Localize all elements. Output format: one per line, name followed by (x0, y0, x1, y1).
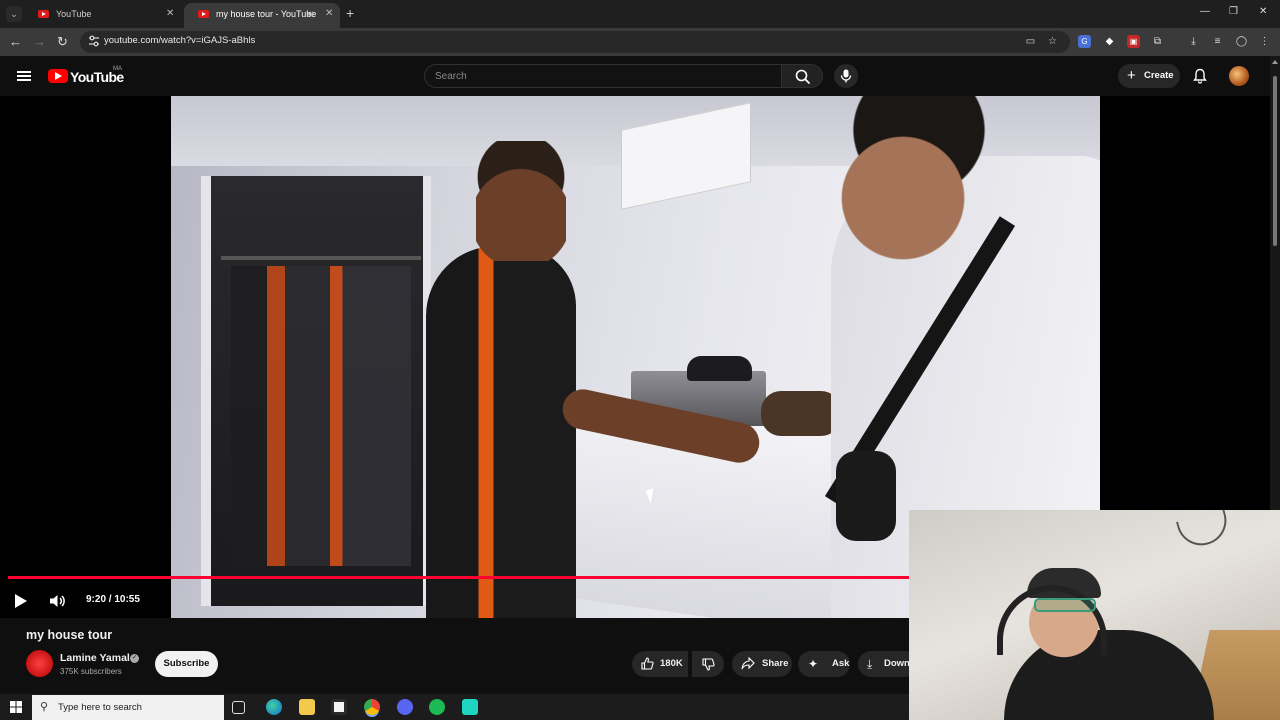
youtube-header: YouTube MA Search + Create (0, 56, 1270, 96)
translate-extension-icon[interactable]: G (1078, 35, 1091, 48)
webcam-scene-lamp (1175, 510, 1233, 551)
extensions-puzzle-icon[interactable]: ⧉ (1151, 35, 1164, 48)
plus-icon: + (1127, 67, 1136, 84)
minimize-icon[interactable]: — (1200, 6, 1210, 17)
taskbar-search-placeholder: Type here to search (58, 702, 142, 713)
video-scene-clothes (231, 266, 411, 566)
reload-icon[interactable]: ↻ (57, 34, 68, 50)
time-display: 9:20 / 10:55 (86, 594, 140, 605)
youtube-logo-icon[interactable] (48, 69, 68, 83)
browser-tab-strip: ⌄ YouTube ✕ my house tour - YouTube 🔊︎ ✕… (0, 0, 1280, 28)
tab-youtube[interactable]: YouTube ✕ (24, 3, 182, 28)
forward-icon[interactable]: → (33, 34, 46, 49)
close-window-icon[interactable]: ✕ (1259, 6, 1267, 17)
restore-icon[interactable]: ❐ (1229, 6, 1238, 17)
ask-label: Ask (832, 658, 850, 669)
share-icon (741, 657, 755, 670)
site-info-icon[interactable] (88, 35, 100, 47)
voice-search-button[interactable] (834, 64, 858, 88)
volume-icon[interactable] (48, 592, 66, 610)
youtube-favicon-icon (198, 10, 209, 18)
app-icon-teal[interactable] (462, 699, 478, 715)
video-scene-pouch (836, 451, 896, 541)
tab-search-button[interactable]: ⌄ (6, 6, 22, 22)
chrome-browser-icon[interactable] (364, 699, 380, 715)
bookmark-star-icon[interactable]: ☆ (1046, 35, 1059, 48)
cast-icon[interactable]: ▭ (1024, 35, 1037, 48)
video-scene-head-left (476, 141, 566, 261)
tab-audio-icon[interactable]: 🔊︎ (308, 3, 314, 25)
play-icon[interactable] (15, 594, 27, 608)
store-icon[interactable] (331, 699, 347, 715)
download-arrow-icon: ⤓ (867, 657, 873, 671)
subscribe-button[interactable]: Subscribe (155, 651, 218, 677)
like-count: 180K (660, 658, 683, 669)
share-button[interactable]: Share (732, 651, 792, 677)
media-controls-icon[interactable]: ≡ (1211, 35, 1224, 48)
extension-red-icon[interactable]: ▣ (1127, 35, 1140, 48)
edge-browser-icon[interactable] (266, 699, 282, 715)
channel-avatar[interactable] (26, 650, 53, 677)
share-label: Share (762, 658, 789, 669)
close-tab-icon[interactable]: ✕ (166, 3, 174, 25)
tab-title: YouTube (56, 9, 92, 19)
download-label: Down (884, 658, 910, 669)
sparkle-icon: ✦ (808, 657, 819, 671)
tab-title: my house tour - YouTube (216, 9, 317, 19)
video-scene-rail (221, 256, 421, 260)
browser-menu-icon[interactable]: ⋮ (1258, 35, 1271, 48)
search-placeholder: Search (435, 71, 467, 82)
browser-toolbar: ← → ↻ youtube.com/watch?v=iGAJS-aBhls ▭ … (0, 28, 1280, 56)
windows-taskbar: ⚲ Type here to search (0, 694, 909, 720)
spotify-icon[interactable] (429, 699, 445, 715)
thumbs-up-icon (641, 657, 654, 670)
file-explorer-icon[interactable] (299, 699, 315, 715)
video-scene-cap (687, 356, 752, 381)
search-button[interactable] (781, 64, 823, 88)
windows-start-icon[interactable] (10, 701, 22, 713)
microphone-icon (840, 69, 852, 83)
video-title: my house tour (26, 628, 113, 642)
taskbar-search-input[interactable]: ⚲ Type here to search (32, 695, 224, 720)
video-scene-bag (761, 391, 841, 436)
dislike-button[interactable] (692, 651, 724, 677)
download-icon[interactable]: ⤓ (1187, 35, 1200, 48)
back-icon[interactable]: ← (9, 34, 22, 49)
video-scene-person-left (426, 246, 576, 618)
tab-my-house-tour[interactable]: my house tour - YouTube 🔊︎ ✕ (184, 3, 340, 28)
create-label: Create (1144, 70, 1174, 81)
country-code: MA (113, 66, 122, 72)
scrollbar-thumb[interactable] (1273, 76, 1277, 246)
guide-menu-icon[interactable] (17, 71, 31, 81)
channel-name[interactable]: Lamine Yamal (60, 652, 130, 664)
webcam-scene-glasses (1034, 598, 1096, 612)
create-button[interactable]: + Create (1118, 64, 1180, 88)
ask-button[interactable]: ✦ Ask (798, 651, 850, 677)
subscriber-count: 375K subscribers (60, 667, 122, 676)
extension-diamond-icon[interactable]: ◆ (1103, 35, 1116, 48)
profile-icon[interactable]: ◯ (1235, 35, 1248, 48)
scroll-up-arrow-icon[interactable] (1272, 60, 1278, 64)
notifications-bell-icon[interactable] (1192, 68, 1208, 84)
close-tab-icon[interactable]: ✕ (325, 3, 333, 25)
account-avatar[interactable] (1229, 66, 1249, 86)
like-button[interactable]: 180K (632, 651, 688, 677)
address-bar[interactable]: youtube.com/watch?v=iGAJS-aBhls (80, 31, 1070, 53)
url-text: youtube.com/watch?v=iGAJS-aBhls (104, 35, 256, 46)
taskbar-search-icon: ⚲ (40, 701, 49, 713)
webcam-overlay (909, 510, 1280, 720)
discord-icon[interactable] (397, 699, 413, 715)
video-scene-head-right (831, 96, 991, 266)
new-tab-button[interactable]: + (346, 5, 354, 21)
search-input[interactable]: Search (424, 64, 782, 88)
search-icon (795, 69, 811, 85)
thumbs-down-icon (702, 658, 715, 671)
youtube-favicon-icon (38, 10, 49, 18)
verified-badge-icon: ✓ (130, 654, 139, 663)
task-view-icon[interactable] (232, 701, 245, 714)
